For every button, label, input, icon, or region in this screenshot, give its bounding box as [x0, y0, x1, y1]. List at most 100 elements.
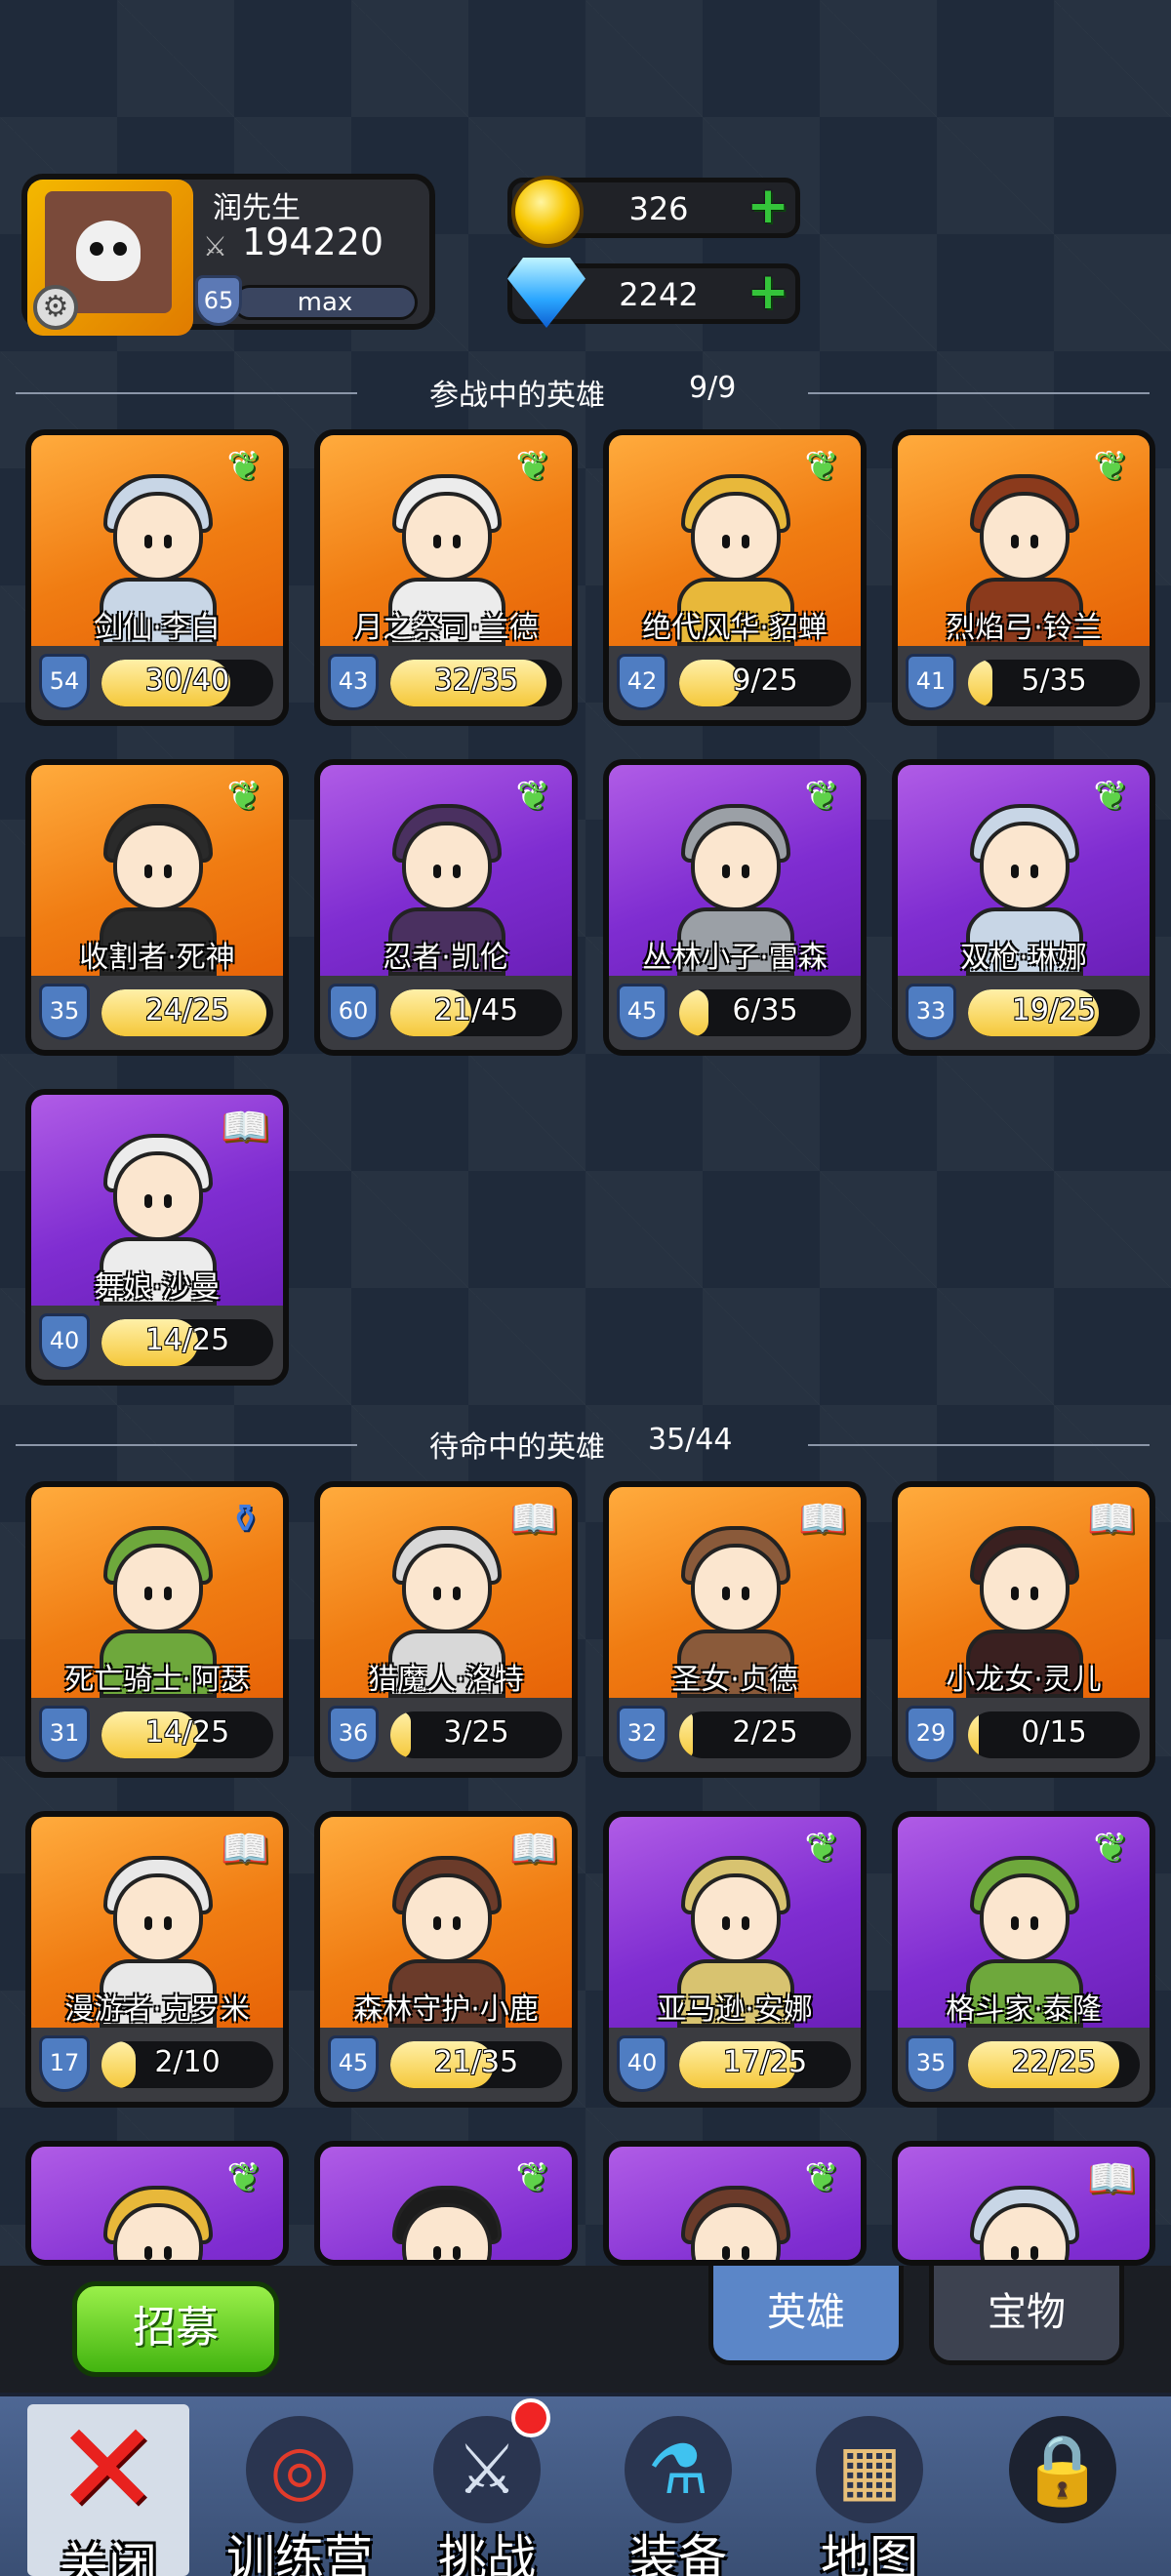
hero-level-badge: 33	[906, 984, 956, 1040]
fragment-count: 14/25	[144, 1323, 230, 1357]
fragment-progress-bar: 19/25	[968, 989, 1140, 1036]
hero-figure-head	[980, 1544, 1070, 1633]
hero-card-footer: 41 5/35	[898, 646, 1150, 720]
hero-card[interactable]: ❦	[314, 2141, 578, 2266]
fragment-count: 30/40	[144, 664, 230, 698]
hero-figure-head	[402, 1873, 492, 1963]
hero-card[interactable]: ❦ 烈焰弓·铃兰 41 5/35	[892, 429, 1155, 726]
recruit-button[interactable]: 招募	[72, 2281, 279, 2377]
hero-card[interactable]: 📖 漫游者·克罗米 17 2/10	[25, 1811, 289, 2108]
fragment-count: 22/25	[1011, 2045, 1097, 2079]
hero-figure-head	[980, 822, 1070, 911]
book-icon: 📖	[1087, 2156, 1136, 2201]
player-avatar[interactable]: ⚙	[27, 180, 193, 336]
gear-icon[interactable]: ⚙	[33, 285, 78, 330]
wing-icon: ❦	[228, 775, 262, 820]
hero-card[interactable]: ❦ 格斗家·泰隆 35 22/25	[892, 1811, 1155, 2108]
active-heroes-count: 9/9	[689, 371, 737, 405]
nav-locked-button[interactable]: 🔒	[970, 2396, 1155, 2576]
coin-amount: 326	[628, 190, 689, 227]
hero-portrait: 📖 森林守护·小鹿	[320, 1817, 572, 2028]
hero-level-badge: 31	[39, 1706, 90, 1762]
hero-card[interactable]: 📖 森林守护·小鹿 45 21/35	[314, 1811, 578, 2108]
tab-heroes[interactable]: 英雄	[708, 2266, 904, 2365]
hero-level-badge: 42	[617, 654, 667, 710]
hero-portrait: 📖 漫游者·克罗米	[31, 1817, 283, 2028]
hero-level-badge: 36	[328, 1706, 379, 1762]
hero-level-badge: 45	[617, 984, 667, 1040]
map-icon: ▦	[816, 2416, 923, 2523]
hero-card-footer: 32 2/25	[609, 1698, 861, 1772]
hero-figure-head	[402, 1544, 492, 1633]
fragment-progress-bar: 22/25	[968, 2041, 1140, 2088]
add-gems-button[interactable]: +	[747, 266, 789, 317]
fragment-progress-bar: 2/10	[101, 2041, 273, 2088]
hero-card-footer: 45 6/35	[609, 976, 861, 1050]
hero-card[interactable]: ❦	[25, 2141, 289, 2266]
gold-coin-icon	[511, 176, 584, 248]
hero-portrait: 📖 猎魔人·洛特	[320, 1487, 572, 1698]
book-icon: 📖	[221, 1105, 269, 1149]
hero-card[interactable]: 📖 猎魔人·洛特 36 3/25	[314, 1481, 578, 1778]
standby-heroes-count: 35/44	[648, 1423, 733, 1457]
standby-heroes-title: 待命中的英雄	[429, 1430, 605, 1465]
hero-name: 月之祭司·兰德	[353, 611, 539, 645]
nav-map-button[interactable]: ▦ 地图	[777, 2396, 962, 2576]
hero-card-footer: 29 0/15	[898, 1698, 1150, 1772]
nav-close-label: 关闭	[60, 2538, 157, 2576]
fragment-progress-bar: 32/35	[390, 660, 562, 706]
hero-level-badge: 60	[328, 984, 379, 1040]
hero-card-footer: 35 22/25	[898, 2028, 1150, 2102]
hero-name: 丛林小子·雷森	[642, 941, 828, 975]
hero-card[interactable]: ❦ 忍者·凯伦 60 21/45	[314, 759, 578, 1056]
hero-figure-head	[980, 492, 1070, 582]
player-level-badge: 65	[195, 275, 242, 326]
nav-challenge-label: 挑战	[438, 2530, 536, 2576]
tab-treasure[interactable]: 宝物	[929, 2266, 1124, 2365]
hero-card-footer: 35 24/25	[31, 976, 283, 1050]
fragment-progress-bar: 14/25	[101, 1711, 273, 1758]
target-icon: ◎	[246, 2416, 353, 2523]
hero-portrait: ⚱ 死亡骑士·阿瑟	[31, 1487, 283, 1698]
divider	[808, 1444, 1150, 1446]
book-icon: 📖	[798, 1497, 847, 1542]
hero-portrait: ❦ 忍者·凯伦	[320, 765, 572, 976]
hero-level-badge: 40	[39, 1313, 90, 1370]
nav-map-label: 地图	[821, 2530, 918, 2576]
wing-icon: ❦	[806, 445, 839, 490]
nav-close-button[interactable]: ✕ 关闭	[27, 2404, 189, 2576]
nav-challenge-button[interactable]: ⚔ 挑战	[394, 2396, 580, 2576]
wing-icon: ❦	[806, 1827, 839, 1872]
fragment-progress-bar: 2/25	[679, 1711, 851, 1758]
hero-card[interactable]: 📖 圣女·贞德 32 2/25	[603, 1481, 867, 1778]
hero-card[interactable]: ❦ 绝代风华·貂蝉 42 9/25	[603, 429, 867, 726]
hero-card[interactable]: ❦	[603, 2141, 867, 2266]
hero-card[interactable]: ❦ 亚马逊·安娜 40 17/25	[603, 1811, 867, 2108]
add-coins-button[interactable]: +	[747, 181, 789, 231]
fragment-count: 0/15	[1021, 1715, 1087, 1750]
book-icon: 📖	[221, 1827, 269, 1872]
hero-name: 格斗家·泰隆	[946, 1992, 1102, 2027]
hero-card[interactable]: ❦ 收割者·死神 35 24/25	[25, 759, 289, 1056]
hero-card[interactable]: ⚱ 死亡骑士·阿瑟 31 14/25	[25, 1481, 289, 1778]
hero-card-footer: 40 17/25	[609, 2028, 861, 2102]
hero-name: 死亡骑士·阿瑟	[64, 1663, 250, 1697]
player-panel[interactable]: ⚙ 润先生 ⚔ 194220 max 65	[21, 174, 435, 336]
hero-card-footer: 17 2/10	[31, 2028, 283, 2102]
hero-card[interactable]: ❦ 双枪·琳娜 33 19/25	[892, 759, 1155, 1056]
hero-name: 舞娘·沙曼	[94, 1270, 221, 1305]
fragment-progress-bar: 24/25	[101, 989, 273, 1036]
hero-card[interactable]: ❦ 剑仙·李白 54 30/40	[25, 429, 289, 726]
hero-card[interactable]: 📖 舞娘·沙曼 40 14/25	[25, 1089, 289, 1386]
hero-portrait: ❦	[320, 2147, 572, 2260]
book-icon: 📖	[509, 1497, 558, 1542]
nav-training-button[interactable]: ◎ 训练营	[207, 2396, 392, 2576]
hero-portrait: ❦ 绝代风华·貂蝉	[609, 435, 861, 646]
hero-card[interactable]: ❦ 丛林小子·雷森 45 6/35	[603, 759, 867, 1056]
hero-level-badge: 40	[617, 2035, 667, 2092]
nav-equipment-button[interactable]: ⚗ 装备	[586, 2396, 771, 2576]
hero-card[interactable]: ❦ 月之祭司·兰德 43 32/35	[314, 429, 578, 726]
hero-card[interactable]: 📖	[892, 2141, 1155, 2266]
hero-card[interactable]: 📖 小龙女·灵儿 29 0/15	[892, 1481, 1155, 1778]
hero-figure-head	[402, 492, 492, 582]
